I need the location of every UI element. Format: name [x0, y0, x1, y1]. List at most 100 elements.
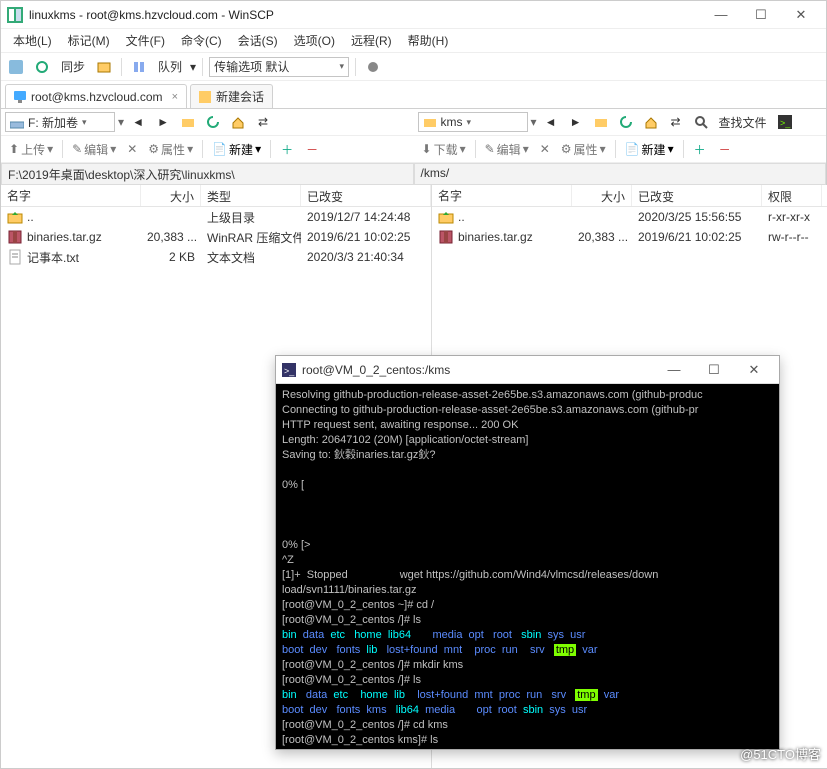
file-icon [7, 229, 23, 245]
col-date[interactable]: 已改变 [632, 185, 762, 206]
queue-label[interactable]: 队列 [154, 58, 186, 75]
folder-icon [423, 115, 437, 129]
plus-icon[interactable]: ＋ [276, 138, 298, 160]
menu-file[interactable]: 文件(F) [120, 29, 171, 52]
edit-button[interactable]: ✎编辑 ▾ [68, 139, 120, 160]
props-button[interactable]: ⚙属性 ▾ [557, 139, 610, 160]
sync-dir-icon[interactable]: ⇄ [252, 111, 274, 133]
menu-help[interactable]: 帮助(H) [402, 29, 455, 52]
svg-text:>_: >_ [284, 366, 295, 376]
svg-text:>_: >_ [780, 118, 791, 128]
watermark: @51CTO博客 [740, 744, 821, 763]
main-toolbar: 同步 队列 ▾ 传输选项 默认▾ [1, 53, 826, 81]
headers-right[interactable]: 名字 大小 已改变 权限 拥有者 [432, 185, 827, 207]
breadcrumb-right[interactable]: /kms/ [414, 163, 827, 185]
refresh-icon[interactable] [202, 111, 224, 133]
headers-left[interactable]: 名字 大小 类型 已改变 [1, 185, 431, 207]
sync-label[interactable]: 同步 [57, 58, 89, 75]
new-button[interactable]: 📄新建 ▾ [208, 139, 265, 160]
tab-new-session-label: 新建会话 [216, 88, 264, 105]
new-button[interactable]: 📄新建 ▾ [621, 139, 678, 160]
action-toolbar: ⬆上传 ▾ ✎编辑 ▾ ✕ ⚙属性 ▾ 📄新建 ▾ ＋ － ⬇下载 ▾ ✎编辑 … [1, 136, 826, 163]
terminal-window: >_ root@VM_0_2_centos:/kms — ☐ ✕ Resolvi… [275, 355, 780, 750]
download-button[interactable]: ⬇下载 ▾ [418, 139, 470, 160]
home-icon[interactable] [227, 111, 249, 133]
queue-icon[interactable] [128, 56, 150, 78]
col-name[interactable]: 名字 [432, 185, 572, 206]
plus-icon[interactable]: ＋ [689, 138, 711, 160]
tab-session-label: root@kms.hzvcloud.com [31, 90, 163, 104]
drive-icon [10, 115, 24, 129]
breadcrumb-left[interactable]: F:\2019年桌面\desktop\深入研究\linuxkms\ [1, 163, 414, 185]
menu-command[interactable]: 命令(C) [175, 29, 228, 52]
drive-select-right[interactable]: kms▾ [418, 112, 528, 132]
menu-local[interactable]: 本地(L) [7, 29, 58, 52]
titlebar: linuxkms - root@kms.hzvcloud.com - WinSC… [1, 1, 826, 29]
delete-button[interactable]: ✕ [123, 140, 141, 158]
file-icon [438, 209, 454, 225]
terminal-max-button[interactable]: ☐ [695, 359, 733, 381]
menu-mark[interactable]: 标记(M) [62, 29, 116, 52]
col-size[interactable]: 大小 [572, 185, 632, 206]
delete-button[interactable]: ✕ [536, 140, 554, 158]
col-own[interactable]: 拥有者 [822, 185, 827, 206]
edit-button[interactable]: ✎编辑 ▾ [481, 139, 533, 160]
folder-icon[interactable] [177, 111, 199, 133]
terminal-body[interactable]: Resolving github-production-release-asse… [276, 384, 779, 749]
maximize-button[interactable]: ☐ [742, 4, 780, 26]
drive-toolbar: F: 新加卷▾ ▾ ◄ ► ⇄ kms▾ ▾ ◄ ► ⇄ 查找文件 >_ [1, 109, 826, 136]
terminal-titlebar[interactable]: >_ root@VM_0_2_centos:/kms — ☐ ✕ [276, 356, 779, 384]
home-icon[interactable] [640, 111, 662, 133]
col-perm[interactable]: 权限 [762, 185, 822, 206]
menu-session[interactable]: 会话(S) [232, 29, 284, 52]
refresh-icon[interactable] [615, 111, 637, 133]
props-button[interactable]: ⚙属性 ▾ [144, 139, 197, 160]
col-size[interactable]: 大小 [141, 185, 201, 206]
minimize-button[interactable]: — [702, 4, 740, 26]
sync-icon[interactable] [31, 56, 53, 78]
browse-icon[interactable] [93, 56, 115, 78]
nav-back-icon[interactable]: ◄ [540, 111, 562, 133]
menu-remote[interactable]: 远程(R) [345, 29, 398, 52]
drive-select-left[interactable]: F: 新加卷▾ [5, 112, 115, 132]
find-label[interactable]: 查找文件 [715, 114, 771, 131]
find-icon[interactable] [690, 111, 712, 133]
table-row[interactable]: ..2020/3/25 15:56:55r-xr-xr-xroot [432, 207, 827, 227]
terminal-close-button[interactable]: ✕ [735, 359, 773, 381]
breadcrumb-row: F:\2019年桌面\desktop\深入研究\linuxkms\ /kms/ [1, 163, 826, 185]
sync-toggle-icon[interactable] [5, 56, 27, 78]
close-button[interactable]: ✕ [782, 4, 820, 26]
minus-icon[interactable]: － [301, 138, 323, 160]
sync-dir-icon[interactable]: ⇄ [665, 111, 687, 133]
file-icon [438, 229, 454, 245]
menu-options[interactable]: 选项(O) [288, 29, 341, 52]
tab-session[interactable]: root@kms.hzvcloud.com × [5, 84, 187, 108]
window-title: linuxkms - root@kms.hzvcloud.com - WinSC… [29, 8, 702, 22]
terminal-icon[interactable]: >_ [774, 111, 796, 133]
minus-icon[interactable]: － [714, 138, 736, 160]
file-icon [7, 249, 23, 265]
upload-button[interactable]: ⬆上传 ▾ [5, 139, 57, 160]
tab-new-session[interactable]: 新建会话 [190, 84, 273, 108]
table-row[interactable]: ..上级目录2019/12/7 14:24:48 [1, 207, 431, 227]
col-type[interactable]: 类型 [201, 185, 301, 206]
nav-back-icon[interactable]: ◄ [127, 111, 149, 133]
terminal-min-button[interactable]: — [655, 359, 693, 381]
session-tabs: root@kms.hzvcloud.com × 新建会话 [1, 81, 826, 109]
folder-icon[interactable] [590, 111, 612, 133]
settings-icon[interactable] [362, 56, 384, 78]
transfer-combo[interactable]: 传输选项 默认▾ [209, 57, 349, 77]
app-icon [7, 7, 23, 23]
file-icon [7, 209, 23, 225]
col-date[interactable]: 已改变 [301, 185, 431, 206]
table-row[interactable]: binaries.tar.gz20,383 ...2019/6/21 10:02… [432, 227, 827, 247]
nav-fwd-icon[interactable]: ► [565, 111, 587, 133]
table-row[interactable]: 记事本.txt2 KB文本文档2020/3/3 21:40:34 [1, 247, 431, 267]
tab-close-icon[interactable]: × [172, 91, 178, 103]
menubar: 本地(L) 标记(M) 文件(F) 命令(C) 会话(S) 选项(O) 远程(R… [1, 29, 826, 53]
col-name[interactable]: 名字 [1, 185, 141, 206]
new-session-icon [199, 91, 211, 103]
table-row[interactable]: binaries.tar.gz20,383 ...WinRAR 压缩文件2019… [1, 227, 431, 247]
terminal-title: root@VM_0_2_centos:/kms [302, 363, 655, 377]
nav-fwd-icon[interactable]: ► [152, 111, 174, 133]
